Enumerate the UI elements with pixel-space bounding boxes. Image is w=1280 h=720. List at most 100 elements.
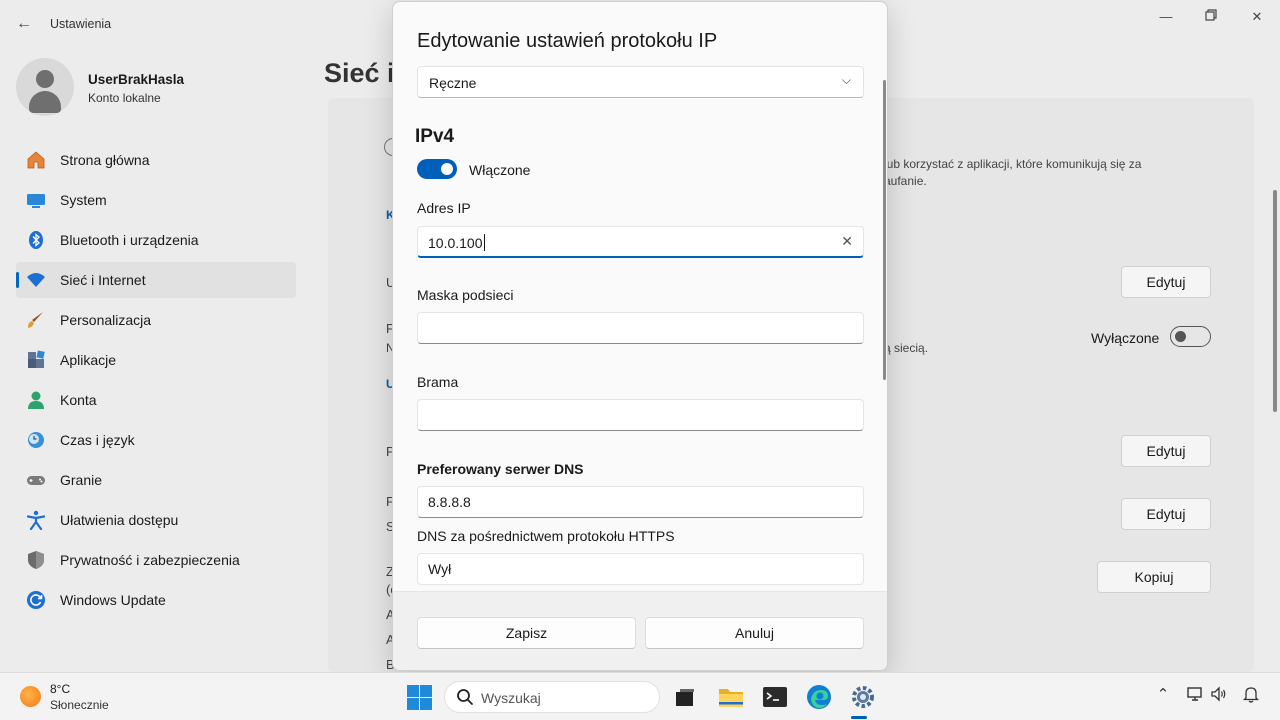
dns-over-https-dropdown[interactable]: Wył <box>417 553 864 585</box>
dialog-footer: Zapisz Anuluj <box>393 591 887 670</box>
ip-address-value: 10.0.100 <box>428 235 483 251</box>
edit-button[interactable]: Edytuj <box>1121 498 1211 530</box>
terminal-icon[interactable] <box>761 683 789 711</box>
gateway-label: Brama <box>417 374 459 390</box>
system-icon <box>27 194 45 208</box>
dialog-scrollbar[interactable] <box>883 80 886 380</box>
chevron-up-icon[interactable]: ⌃ <box>1153 685 1173 705</box>
brush-icon <box>28 312 43 328</box>
sidebar-item-label: Sieć i Internet <box>60 272 146 288</box>
preferred-dns-value: 8.8.8.8 <box>428 494 471 510</box>
weather-temperature[interactable]: 8°C <box>50 682 70 696</box>
wifi-icon <box>27 273 45 287</box>
sidebar-item-home[interactable]: Strona główna <box>16 142 296 178</box>
taskbar-search-box[interactable]: Wyszukaj <box>444 681 660 713</box>
shield-icon <box>28 551 44 569</box>
sidebar-item-label: Ułatwienia dostępu <box>60 512 179 528</box>
edit-ip-settings-dialog: Edytowanie ustawień protokołu IP Ręczne … <box>392 1 888 671</box>
description-text: lub korzystać z aplikacji, które komunik… <box>884 157 1142 171</box>
edit-button[interactable]: Edytuj <box>1121 435 1211 467</box>
file-explorer-icon[interactable] <box>717 683 745 711</box>
subnet-mask-input[interactable] <box>417 312 864 344</box>
sidebar-item-accounts[interactable]: Konta <box>16 382 296 418</box>
sidebar-item-label: Czas i język <box>60 432 135 448</box>
apps-icon <box>28 350 45 368</box>
start-icon[interactable] <box>405 683 433 711</box>
description-text: aufanie. <box>884 174 927 188</box>
sidebar-item-label: Konta <box>60 392 97 408</box>
accessibility-icon <box>26 510 46 530</box>
metered-toggle-label: Wyłączone <box>1091 330 1160 346</box>
sidebar-item-label: Personalizacja <box>60 312 152 328</box>
sidebar-item-apps[interactable]: Aplikacje <box>16 342 296 378</box>
sidebar-item-personalization[interactable]: Personalizacja <box>16 302 296 338</box>
weather-description[interactable]: Słonecznie <box>50 698 109 712</box>
taskbar: 8°C Słonecznie Wyszukaj ⌃ <box>0 672 1280 720</box>
minimize-icon[interactable]: — <box>1151 8 1181 26</box>
dropdown-value: Ręczne <box>429 75 477 91</box>
save-button[interactable]: Zapisz <box>417 617 636 649</box>
metered-connection-toggle[interactable] <box>1170 326 1211 347</box>
sidebar-item-label: System <box>60 192 107 208</box>
edit-button[interactable]: Edytuj <box>1121 266 1211 298</box>
gamepad-icon <box>27 476 45 485</box>
clear-icon[interactable]: ✕ <box>841 233 853 250</box>
cancel-button[interactable]: Anuluj <box>645 617 864 649</box>
clock-globe-icon <box>28 432 44 448</box>
sidebar-item-label: Windows Update <box>60 592 166 608</box>
copy-button[interactable]: Kopiuj <box>1097 561 1211 593</box>
sidebar-item-network[interactable]: Sieć i Internet <box>16 262 296 298</box>
task-view-icon[interactable] <box>671 683 699 711</box>
ip-address-value-wrap: 10.0.100 <box>428 234 485 251</box>
sidebar-item-accessibility[interactable]: Ułatwienia dostępu <box>16 502 296 538</box>
settings-icon[interactable] <box>849 683 877 711</box>
scrollbar[interactable] <box>1273 190 1277 412</box>
sidebar-item-gaming[interactable]: Granie <box>16 462 296 498</box>
search-placeholder: Wyszukaj <box>481 690 541 706</box>
ipv4-toggle-label: Włączone <box>469 162 531 178</box>
dns-over-https-value: Wył <box>428 561 452 577</box>
sidebar-item-label: Bluetooth i urządzenia <box>60 232 199 248</box>
bluetooth-icon <box>29 231 43 249</box>
sidebar-item-time-language[interactable]: Czas i język <box>16 422 296 458</box>
ip-assignment-dropdown[interactable]: Ręczne ⌵ <box>417 66 864 98</box>
page-title: Sieć i <box>324 58 395 88</box>
account-type: Konto lokalne <box>88 91 161 105</box>
account-icon <box>28 391 44 409</box>
sidebar-item-label: Strona główna <box>60 152 150 168</box>
network-icon[interactable] <box>1185 685 1205 705</box>
sidebar-item-system[interactable]: System <box>16 182 296 218</box>
sidebar-item-label: Aplikacje <box>60 352 117 368</box>
home-icon <box>27 151 45 169</box>
subnet-mask-label: Maska podsieci <box>417 287 514 303</box>
user-profile[interactable]: UserBrakHasla Konto lokalne <box>16 58 296 118</box>
dns-over-https-label: DNS za pośrednictwem protokołu HTTPS <box>417 528 675 544</box>
gateway-input[interactable] <box>417 399 864 431</box>
volume-icon[interactable] <box>1209 685 1229 705</box>
preferred-dns-label: Preferowany serwer DNS <box>417 461 584 477</box>
restore-icon[interactable] <box>1196 8 1226 26</box>
sidebar-item-privacy[interactable]: Prywatność i zabezpieczenia <box>16 542 296 578</box>
sidebar-nav: Strona główna System Bluetooth i urządze… <box>16 142 296 622</box>
app-title: Ustawienia <box>50 17 112 31</box>
close-icon[interactable]: ✕ <box>1242 8 1272 26</box>
sun-icon[interactable] <box>20 686 41 707</box>
sidebar-item-label: Granie <box>60 472 103 488</box>
description-text: ą siecią. <box>884 341 929 355</box>
ipv4-heading: IPv4 <box>415 126 455 147</box>
sidebar-item-windows-update[interactable]: Windows Update <box>16 582 296 618</box>
text-caret <box>483 234 485 251</box>
user-name: UserBrakHasla <box>88 72 185 87</box>
dialog-title: Edytowanie ustawień protokołu IP <box>417 30 718 52</box>
preferred-dns-input[interactable]: 8.8.8.8 <box>417 486 864 518</box>
update-icon <box>27 591 45 609</box>
back-arrow-icon[interactable]: ← <box>14 12 34 36</box>
edge-icon[interactable] <box>805 683 833 711</box>
ip-address-input[interactable]: 10.0.100 ✕ <box>417 226 864 258</box>
search-icon <box>457 689 473 705</box>
ipv4-toggle[interactable] <box>417 159 457 179</box>
avatar <box>16 58 74 116</box>
sidebar-item-bluetooth[interactable]: Bluetooth i urządzenia <box>16 222 296 258</box>
notification-bell-icon[interactable] <box>1241 685 1261 705</box>
active-app-indicator <box>851 716 867 719</box>
